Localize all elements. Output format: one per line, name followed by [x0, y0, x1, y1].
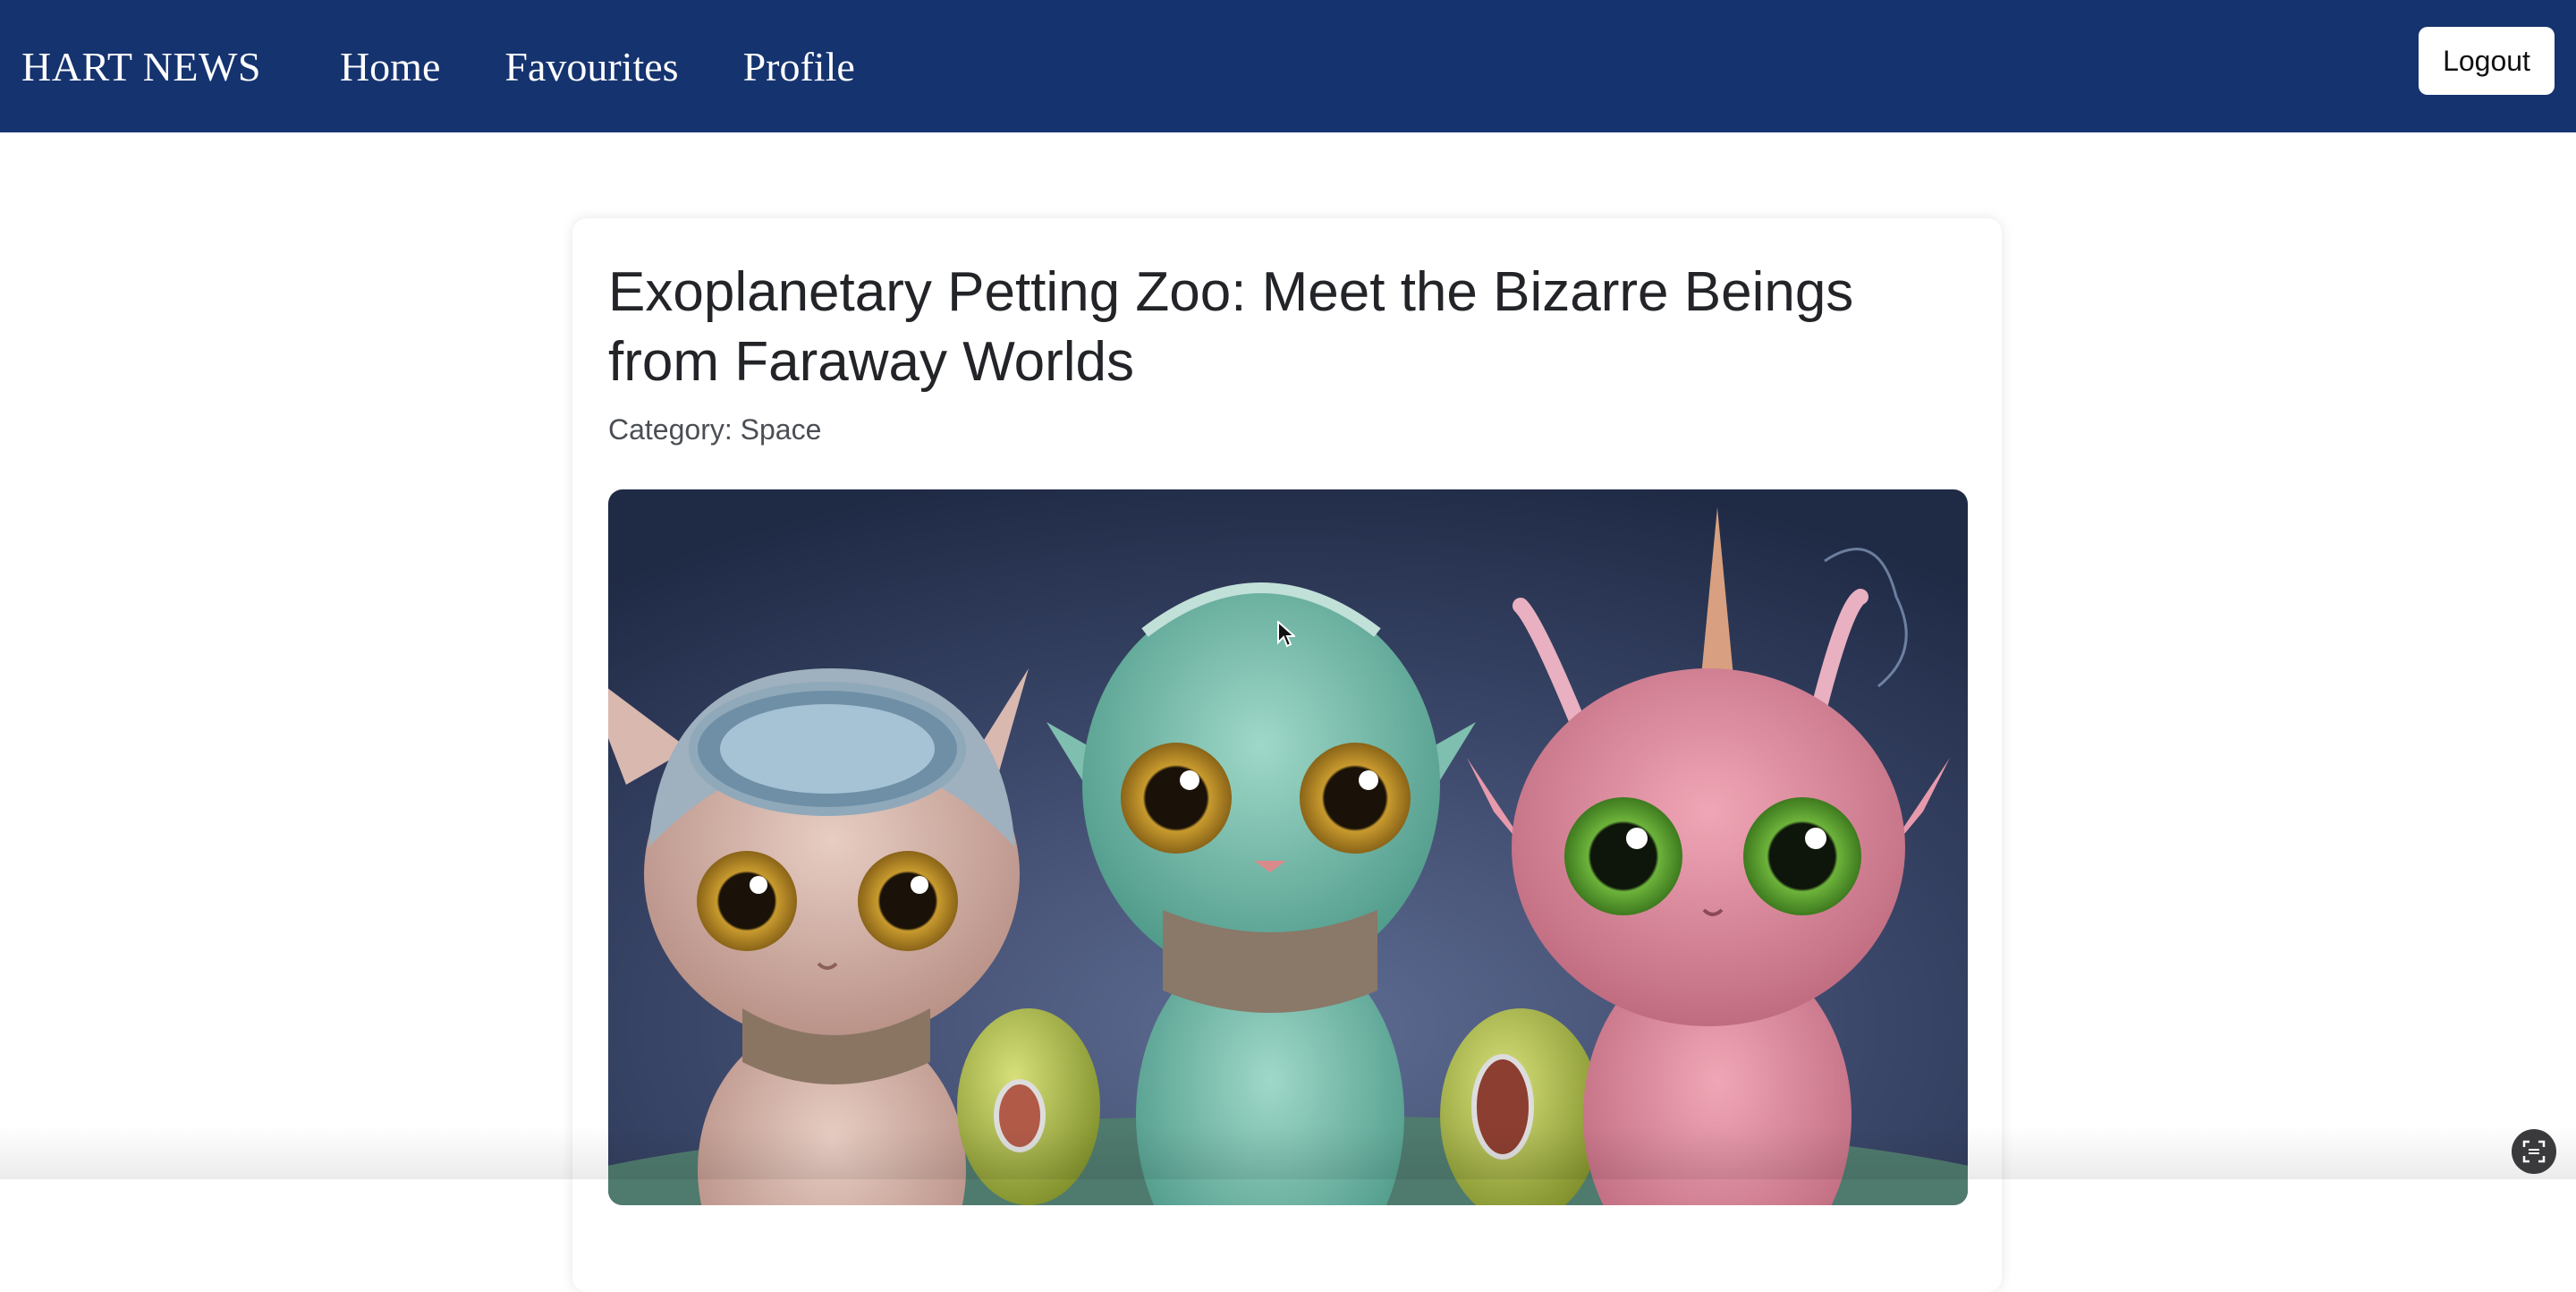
mouse-cursor-icon	[1277, 621, 1295, 650]
nav-home[interactable]: Home	[340, 43, 440, 90]
bottom-shadow	[0, 1126, 2576, 1179]
article-image	[608, 489, 1968, 1205]
alien-creatures-image	[608, 489, 1968, 1205]
brand-logo[interactable]: HART NEWS	[21, 43, 261, 90]
nav-profile[interactable]: Profile	[743, 43, 855, 90]
article-title: Exoplanetary Petting Zoo: Meet the Bizar…	[608, 258, 1968, 397]
nav-favourites[interactable]: Favourites	[504, 43, 678, 90]
article-category: Category: Space	[608, 413, 821, 446]
screen-capture-icon[interactable]	[2512, 1129, 2556, 1174]
top-navbar: HART NEWS Home Favourites Profile Logout	[0, 0, 2576, 132]
logout-button[interactable]: Logout	[2419, 27, 2555, 95]
